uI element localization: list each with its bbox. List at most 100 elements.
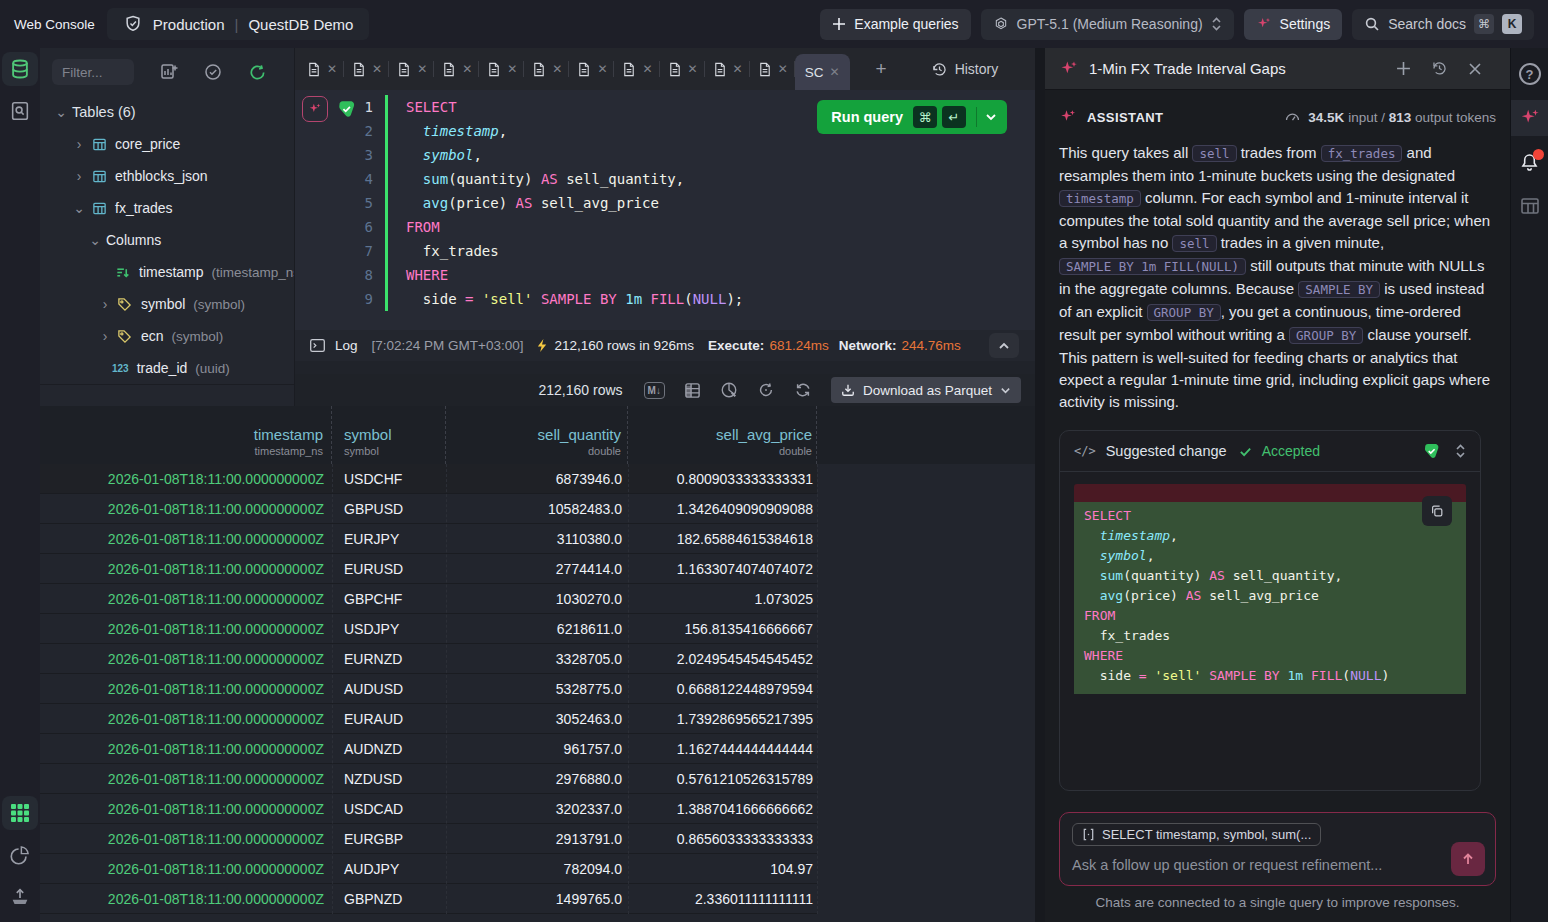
new-chat-button[interactable] [1396, 61, 1411, 76]
chat-footer-note: Chats are connected to a single query to… [1059, 886, 1496, 912]
example-queries-button[interactable]: Example queries [820, 9, 970, 40]
query-success-icon[interactable] [336, 99, 357, 120]
notifications-button[interactable] [1511, 144, 1548, 180]
refresh-timer-icon[interactable] [757, 381, 775, 399]
editor-tab[interactable]: ✕ [660, 48, 705, 90]
table-row[interactable]: 2026-01-08T18:11:00.000000000ZAUDNZD9617… [40, 734, 817, 764]
log-collapse-button[interactable] [989, 333, 1019, 358]
editor-tab[interactable]: ✕ [524, 48, 569, 90]
grid-col-sell-quantity[interactable]: sell_quantity double [446, 406, 628, 464]
editor-tab[interactable]: ✕ [344, 48, 389, 90]
copy-code-button[interactable] [1422, 496, 1452, 526]
new-tab-button[interactable]: + [876, 58, 887, 80]
table-row[interactable]: 2026-01-08T18:11:00.000000000ZUSDJPY6218… [40, 614, 817, 644]
close-tab-icon[interactable]: ✕ [327, 62, 337, 76]
refresh-data-icon[interactable] [794, 381, 812, 399]
tree-columns-folder[interactable]: ⌄ Columns [40, 224, 294, 256]
grid-col-sell-avg-price[interactable]: sell_avg_price double [628, 406, 817, 464]
editor-tab[interactable]: ✕ [434, 48, 479, 90]
editor-tab[interactable]: ✕ [750, 48, 795, 90]
tree-table-fx-trades[interactable]: ⌄ fx_trades [40, 192, 294, 224]
table-row[interactable]: 2026-01-08T18:11:00.000000000ZUSDCHF6873… [40, 464, 817, 494]
freeze-column-icon[interactable] [684, 382, 701, 399]
grid-view-button[interactable] [2, 796, 38, 830]
close-tab-icon[interactable]: ✕ [733, 62, 743, 76]
table-row[interactable]: 2026-01-08T18:11:00.000000000ZAUDUSD5328… [40, 674, 817, 704]
close-tab-icon[interactable]: ✕ [372, 62, 382, 76]
chart-view-button[interactable] [2, 838, 38, 872]
table-row[interactable]: 2026-01-08T18:11:00.000000000ZEURGBP2913… [40, 824, 817, 854]
tables-nav-button[interactable] [2, 52, 38, 86]
close-chat-button[interactable] [1468, 62, 1482, 76]
tree-column-ecn[interactable]: › ecn (symbol) [40, 320, 294, 352]
tree-table-ethblocks-json[interactable]: › ethblocks_json [40, 160, 294, 192]
editor-tab[interactable]: ✕ [389, 48, 434, 90]
model-selector[interactable]: GPT-5.1 (Medium Reasoning) [981, 9, 1234, 40]
grid-col-symbol[interactable]: symbol symbol [332, 406, 446, 464]
results-grid[interactable]: timestamp timestamp_ns symbol symbol sel… [40, 406, 1035, 922]
markdown-export-icon[interactable]: M↓ [644, 382, 665, 399]
file-icon [577, 62, 591, 77]
expand-chevrons-icon[interactable] [1455, 443, 1466, 459]
table-row[interactable]: 2026-01-08T18:11:00.000000000ZGBPNZD1499… [40, 884, 817, 914]
close-tab-icon[interactable]: ✕ [417, 62, 427, 76]
vertical-splitter[interactable] [1035, 48, 1045, 922]
chart-builder-icon[interactable] [720, 381, 738, 399]
table-row[interactable]: 2026-01-08T18:11:00.000000000ZNZDUSD2976… [40, 764, 817, 794]
history-button[interactable]: History [931, 61, 999, 78]
send-button[interactable] [1451, 842, 1485, 876]
close-tab-icon[interactable]: ✕ [778, 62, 788, 76]
close-tab-icon[interactable]: ✕ [552, 62, 562, 76]
editor-line: 8WHERE [295, 263, 1035, 287]
close-tab-icon[interactable]: ✕ [597, 62, 607, 76]
table-row[interactable]: 2026-01-08T18:11:00.000000000ZEURUSD2774… [40, 554, 817, 584]
filter-input[interactable] [52, 59, 134, 85]
close-tab-icon[interactable]: ✕ [462, 62, 472, 76]
table-row[interactable]: 2026-01-08T18:11:00.000000000ZEURAUD3052… [40, 704, 817, 734]
table-row[interactable]: 2026-01-08T18:11:00.000000000ZEURJPY3110… [40, 524, 817, 554]
editor-tab-active[interactable]: SC✕ [795, 54, 850, 90]
refresh-icon[interactable] [248, 63, 267, 82]
search-docs[interactable]: Search docs ⌘ K [1352, 9, 1534, 40]
chat-history-button[interactable] [1431, 60, 1448, 77]
tree-column-trade-id[interactable]: 123 trade_id (uuid) [40, 352, 294, 384]
query-log-nav-button[interactable] [2, 94, 38, 128]
sql-editor[interactable]: 1SELECT2 timestamp,3 symbol,4 sum(quanti… [295, 90, 1035, 330]
table-row[interactable]: 2026-01-08T18:11:00.000000000ZEURNZD3328… [40, 644, 817, 674]
editor-tab[interactable]: ✕ [705, 48, 750, 90]
check-circle-icon[interactable] [204, 63, 222, 81]
settings-button[interactable]: Settings [1244, 9, 1343, 40]
add-matview-icon[interactable] [160, 63, 178, 81]
table-row[interactable]: 2026-01-08T18:11:00.000000000ZGBPCHF1030… [40, 584, 817, 614]
table-row[interactable]: 2026-01-08T18:11:00.000000000ZAUDJPY7820… [40, 854, 817, 884]
ai-panel-button[interactable] [1511, 100, 1548, 136]
close-tab-icon[interactable]: ✕ [688, 62, 698, 76]
help-button[interactable]: ? [1511, 56, 1548, 92]
ai-assist-icon[interactable] [302, 96, 328, 122]
editor-tab[interactable]: ✕ [569, 48, 614, 90]
chevron-down-icon: ⌄ [90, 232, 100, 248]
editor-tab[interactable]: ✕ [614, 48, 659, 90]
environment-badge[interactable]: Production | QuestDB Demo [107, 8, 370, 40]
grid-col-timestamp[interactable]: timestamp timestamp_ns [40, 406, 332, 464]
run-options-chevron-icon[interactable] [985, 111, 997, 123]
run-query-button[interactable]: Run query ⌘ ↵ [817, 100, 1007, 134]
chat-input-box[interactable]: SELECT timestamp, symbol, sum(... Ask a … [1059, 812, 1496, 886]
table-panel-button[interactable] [1511, 188, 1548, 224]
close-tab-icon[interactable]: ✕ [829, 65, 839, 79]
horizontal-splitter[interactable] [295, 361, 1035, 374]
query-context-chip[interactable]: SELECT timestamp, symbol, sum(... [1072, 823, 1321, 846]
close-tab-icon[interactable]: ✕ [642, 62, 652, 76]
table-row[interactable]: 2026-01-08T18:11:00.000000000ZUSDCAD3202… [40, 794, 817, 824]
tree-root-tables[interactable]: ⌄ Tables (6) [40, 96, 294, 128]
tree-column-symbol[interactable]: › symbol (symbol) [40, 288, 294, 320]
import-button[interactable] [2, 880, 38, 914]
editor-tab[interactable]: ✕ [299, 48, 344, 90]
tree-column-timestamp[interactable]: timestamp (timestamp_ns) [40, 256, 294, 288]
tree-table-core-price[interactable]: › core_price [40, 128, 294, 160]
close-tab-icon[interactable]: ✕ [507, 62, 517, 76]
table-row[interactable]: 2026-01-08T18:11:00.000000000ZGBPUSD1058… [40, 494, 817, 524]
download-parquet-button[interactable]: Download as Parquet [831, 377, 1021, 403]
download-options-chevron-icon[interactable] [1000, 385, 1011, 396]
editor-tab[interactable]: ✕ [479, 48, 524, 90]
